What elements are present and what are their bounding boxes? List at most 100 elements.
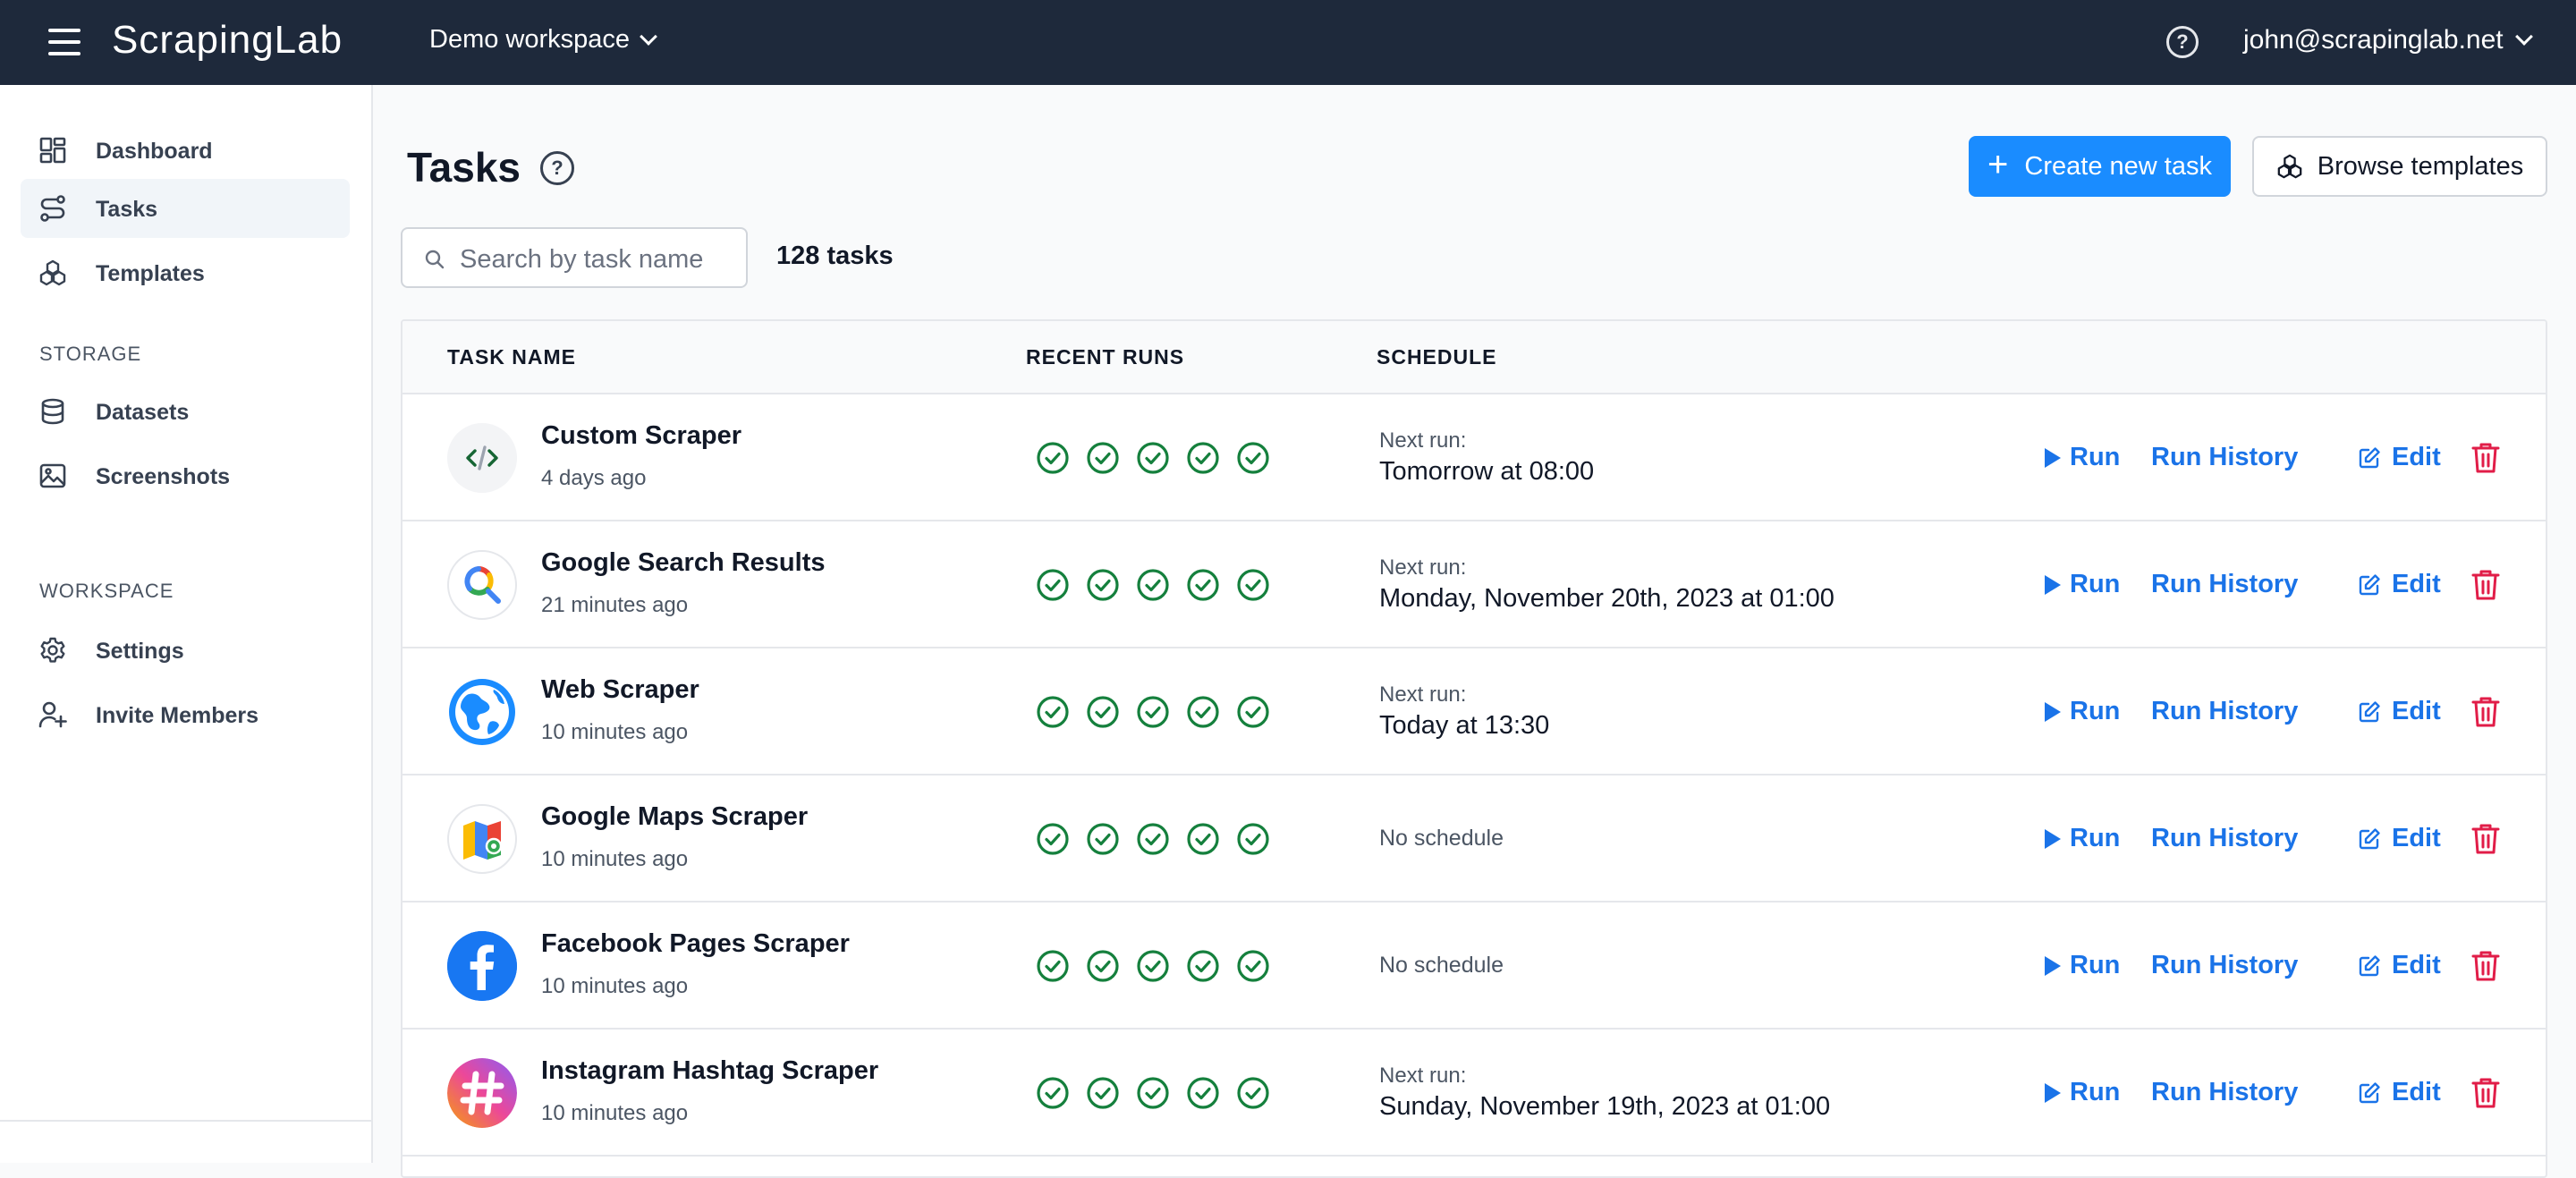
edit-button[interactable]: Edit bbox=[2358, 824, 2441, 853]
run-success-icon[interactable] bbox=[1236, 695, 1270, 733]
search-icon bbox=[425, 250, 445, 269]
section-label-workspace: WORKSPACE bbox=[39, 580, 174, 602]
trash-icon[interactable] bbox=[2470, 949, 2501, 983]
play-icon bbox=[2045, 701, 2061, 722]
run-history-link[interactable]: Run History bbox=[2151, 1078, 2298, 1107]
run-button[interactable]: Run bbox=[2045, 570, 2120, 599]
run-success-icon[interactable] bbox=[1136, 949, 1170, 987]
task-name[interactable]: Google Search Results bbox=[541, 548, 826, 578]
run-success-icon[interactable] bbox=[1186, 949, 1220, 987]
column-header-schedule: SCHEDULE bbox=[1377, 345, 1497, 369]
run-success-icon[interactable] bbox=[1036, 441, 1070, 479]
run-success-icon[interactable] bbox=[1136, 695, 1170, 733]
run-success-icon[interactable] bbox=[1236, 822, 1270, 860]
next-run-label: Next run: bbox=[1379, 682, 1467, 707]
run-history-link[interactable]: Run History bbox=[2151, 697, 2298, 726]
run-success-icon[interactable] bbox=[1236, 441, 1270, 479]
run-success-icon[interactable] bbox=[1136, 1076, 1170, 1114]
run-success-icon[interactable] bbox=[1136, 441, 1170, 479]
run-button[interactable]: Run bbox=[2045, 697, 2120, 726]
run-success-icon[interactable] bbox=[1086, 441, 1120, 479]
workspace-switcher[interactable]: Demo workspace bbox=[429, 25, 657, 55]
trash-icon[interactable] bbox=[2470, 1076, 2501, 1110]
task-name[interactable]: Custom Scraper bbox=[541, 421, 741, 451]
run-success-icon[interactable] bbox=[1236, 1076, 1270, 1114]
run-success-icon[interactable] bbox=[1086, 695, 1120, 733]
run-success-icon[interactable] bbox=[1186, 568, 1220, 606]
run-history-link[interactable]: Run History bbox=[2151, 951, 2298, 980]
run-history-link[interactable]: Run History bbox=[2151, 443, 2298, 472]
help-icon[interactable]: ? bbox=[2166, 26, 2199, 58]
recent-runs bbox=[1036, 1076, 1270, 1114]
next-run-value: Today at 13:30 bbox=[1379, 711, 1550, 740]
dashboard-icon bbox=[39, 137, 66, 164]
run-success-icon[interactable] bbox=[1086, 1076, 1120, 1114]
run-button[interactable]: Run bbox=[2045, 443, 2120, 472]
run-success-icon[interactable] bbox=[1086, 822, 1120, 860]
run-success-icon[interactable] bbox=[1236, 949, 1270, 987]
run-success-icon[interactable] bbox=[1036, 949, 1070, 987]
run-button[interactable]: Run bbox=[2045, 951, 2120, 980]
sidebar-item-label: Invite Members bbox=[96, 703, 259, 728]
run-success-icon[interactable] bbox=[1186, 822, 1220, 860]
sidebar-item-tasks[interactable]: Tasks bbox=[21, 179, 350, 238]
run-success-icon[interactable] bbox=[1136, 568, 1170, 606]
edit-button[interactable]: Edit bbox=[2358, 443, 2441, 472]
run-success-icon[interactable] bbox=[1036, 822, 1070, 860]
task-name[interactable]: Facebook Pages Scraper bbox=[541, 929, 850, 959]
google-search-icon bbox=[447, 550, 517, 620]
run-button[interactable]: Run bbox=[2045, 1078, 2120, 1107]
run-success-icon[interactable] bbox=[1186, 695, 1220, 733]
edit-button[interactable]: Edit bbox=[2358, 1078, 2441, 1107]
run-success-icon[interactable] bbox=[1036, 695, 1070, 733]
run-history-link[interactable]: Run History bbox=[2151, 824, 2298, 853]
edit-button[interactable]: Edit bbox=[2358, 951, 2441, 980]
run-success-icon[interactable] bbox=[1186, 441, 1220, 479]
run-success-icon[interactable] bbox=[1036, 1076, 1070, 1114]
column-header-task-name: TASK NAME bbox=[447, 345, 577, 369]
table-row[interactable]: Web Scraper 10 minutes ago Next run: Today … bbox=[402, 648, 2546, 775]
sidebar-item-screenshots[interactable]: Screenshots bbox=[21, 446, 350, 505]
brand-logo[interactable]: ScrapingLab bbox=[112, 18, 343, 63]
search-input[interactable] bbox=[460, 242, 737, 277]
run-success-icon[interactable] bbox=[1186, 1076, 1220, 1114]
create-new-task-label: Create new task bbox=[2024, 151, 2212, 181]
browse-templates-button[interactable]: Browse templates bbox=[2252, 136, 2547, 197]
run-success-icon[interactable] bbox=[1136, 822, 1170, 860]
menu-icon[interactable] bbox=[48, 29, 80, 55]
edit-button[interactable]: Edit bbox=[2358, 697, 2441, 726]
code-icon bbox=[447, 423, 517, 493]
google-maps-icon bbox=[447, 804, 517, 874]
run-history-link[interactable]: Run History bbox=[2151, 570, 2298, 599]
run-success-icon[interactable] bbox=[1086, 568, 1120, 606]
sidebar-item-dashboard[interactable]: Dashboard bbox=[21, 121, 350, 180]
recent-runs bbox=[1036, 822, 1270, 860]
sidebar-item-templates[interactable]: Templates bbox=[21, 243, 350, 302]
sidebar-item-settings[interactable]: Settings bbox=[21, 621, 350, 680]
create-new-task-button[interactable]: + Create new task bbox=[1969, 136, 2231, 197]
table-row[interactable]: Facebook Pages Scraper 10 minutes ago No s… bbox=[402, 903, 2546, 1030]
sidebar-item-datasets[interactable]: Datasets bbox=[21, 382, 350, 441]
trash-icon[interactable] bbox=[2470, 822, 2501, 856]
task-name[interactable]: Google Maps Scraper bbox=[541, 802, 808, 832]
globe-icon bbox=[447, 677, 517, 747]
trash-icon[interactable] bbox=[2470, 568, 2501, 602]
task-name[interactable]: Web Scraper bbox=[541, 675, 699, 705]
table-row[interactable]: Instagram Hashtag Scraper 10 minutes ago N… bbox=[402, 1030, 2546, 1157]
run-button[interactable]: Run bbox=[2045, 824, 2120, 853]
sidebar-item-invite-members[interactable]: Invite Members bbox=[21, 685, 350, 744]
trash-icon[interactable] bbox=[2470, 695, 2501, 729]
table-row[interactable]: Google Maps Scraper 10 minutes ago No sche… bbox=[402, 775, 2546, 903]
edit-button[interactable]: Edit bbox=[2358, 570, 2441, 599]
task-name[interactable]: Instagram Hashtag Scraper bbox=[541, 1056, 878, 1086]
table-row[interactable]: Google Search Results 21 minutes ago Next … bbox=[402, 521, 2546, 648]
run-success-icon[interactable] bbox=[1036, 568, 1070, 606]
run-success-icon[interactable] bbox=[1086, 949, 1120, 987]
run-success-icon[interactable] bbox=[1236, 568, 1270, 606]
trash-icon[interactable] bbox=[2470, 441, 2501, 475]
table-row[interactable]: Custom Scraper 4 days ago Next run: Tomorro… bbox=[402, 394, 2546, 521]
sidebar-item-label: Settings bbox=[96, 639, 184, 664]
browse-templates-label: Browse templates bbox=[2317, 151, 2524, 181]
user-menu[interactable]: john@scrapinglab.net bbox=[2243, 25, 2533, 55]
help-icon[interactable]: ? bbox=[540, 151, 574, 185]
